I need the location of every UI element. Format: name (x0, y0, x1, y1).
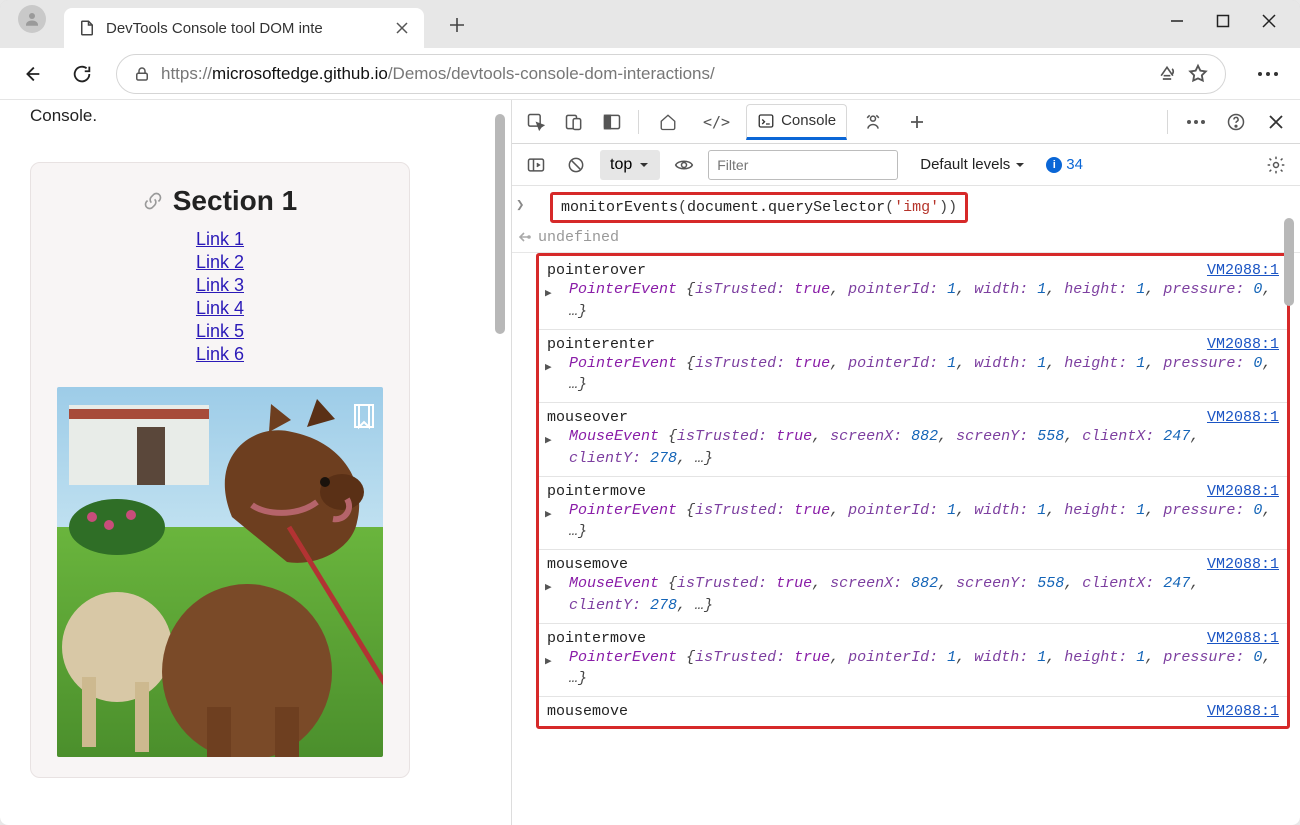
devtools-more-icon[interactable] (1180, 106, 1212, 138)
console-toolbar: top Default levels i 34 (512, 144, 1300, 186)
return-value-row: undefined (512, 223, 1300, 253)
close-window-button[interactable] (1246, 4, 1292, 38)
devtools-close-icon[interactable] (1260, 106, 1292, 138)
console-log-entry[interactable]: pointermoveVM2088:1▶PointerEvent {isTrus… (539, 476, 1287, 550)
expand-icon[interactable]: ▶ (545, 580, 552, 594)
section-link[interactable]: Link 2 (49, 252, 391, 273)
source-link[interactable]: VM2088:1 (1207, 262, 1279, 279)
url-text: https://microsoftedge.github.io/Demos/de… (161, 64, 1147, 84)
section-link[interactable]: Link 3 (49, 275, 391, 296)
minimize-button[interactable] (1154, 4, 1200, 38)
console-scrollbar[interactable] (1282, 190, 1296, 821)
help-icon[interactable] (1220, 106, 1252, 138)
maximize-button[interactable] (1200, 4, 1246, 38)
tab-title: DevTools Console tool DOM inte (106, 20, 323, 37)
page-icon (78, 19, 96, 37)
expand-icon[interactable]: ▶ (545, 507, 552, 521)
content-area: Console. Section 1 Link 1Link 2Link 3Lin… (0, 100, 1300, 825)
back-button[interactable] (16, 58, 48, 90)
section-link[interactable]: Link 4 (49, 298, 391, 319)
device-emulation-icon[interactable] (558, 106, 590, 138)
source-link[interactable]: VM2088:1 (1207, 630, 1279, 647)
elements-tab[interactable]: </> (693, 104, 740, 140)
return-icon (518, 230, 532, 244)
source-link[interactable]: VM2088:1 (1207, 556, 1279, 573)
demo-image[interactable] (57, 387, 383, 757)
tab-close-icon[interactable] (394, 20, 410, 36)
live-expression-icon[interactable] (668, 149, 700, 181)
source-link[interactable]: VM2088:1 (1207, 483, 1279, 500)
console-command-highlight: monitorEvents(document.querySelector('im… (550, 192, 968, 223)
console-tab[interactable]: Console (746, 104, 847, 140)
source-link[interactable]: VM2088:1 (1207, 336, 1279, 353)
window-controls (1154, 0, 1300, 38)
expand-icon[interactable]: ▶ (545, 360, 552, 374)
console-log-entry[interactable]: mouseoverVM2088:1▶MouseEvent {isTrusted:… (539, 402, 1287, 476)
prompt-icon: ❯ (516, 197, 524, 214)
section-link[interactable]: Link 1 (49, 229, 391, 250)
filter-input[interactable] (708, 150, 898, 180)
lock-icon (133, 65, 151, 83)
source-link[interactable]: VM2088:1 (1207, 703, 1279, 720)
browser-toolbar: https://microsoftedge.github.io/Demos/de… (0, 48, 1300, 100)
clear-console-icon[interactable] (560, 149, 592, 181)
sources-tab[interactable] (853, 104, 893, 140)
browser-window: DevTools Console tool DOM inte https: (0, 0, 1300, 825)
console-log-entry[interactable]: pointermoveVM2088:1▶PointerEvent {isTrus… (539, 623, 1287, 697)
read-aloud-icon[interactable] (1157, 64, 1177, 84)
page-scrollbar[interactable] (493, 104, 507, 821)
console-logs-highlight: pointeroverVM2088:1▶PointerEvent {isTrus… (536, 253, 1290, 729)
refresh-button[interactable] (66, 58, 98, 90)
webpage-panel: Console. Section 1 Link 1Link 2Link 3Lin… (0, 100, 512, 825)
section-link[interactable]: Link 6 (49, 344, 391, 365)
console-log-entry[interactable]: pointerenterVM2088:1▶PointerEvent {isTru… (539, 329, 1287, 403)
address-bar[interactable]: https://microsoftedge.github.io/Demos/de… (116, 54, 1226, 94)
profile-avatar[interactable] (18, 5, 46, 33)
section-title: Section 1 (49, 185, 391, 217)
section-card: Section 1 Link 1Link 2Link 3Link 4Link 5… (30, 162, 410, 778)
favorite-icon[interactable] (1187, 63, 1209, 85)
console-log-entry[interactable]: pointeroverVM2088:1▶PointerEvent {isTrus… (539, 256, 1287, 329)
console-settings-icon[interactable] (1260, 149, 1292, 181)
console-body: ❯ monitorEvents(document.querySelector('… (512, 186, 1300, 825)
titlebar: DevTools Console tool DOM inte (0, 0, 1300, 48)
new-tab-button[interactable] (440, 8, 474, 42)
browser-tab[interactable]: DevTools Console tool DOM inte (64, 8, 424, 48)
inspect-element-icon[interactable] (520, 106, 552, 138)
settings-menu-button[interactable] (1252, 58, 1284, 90)
console-command-text: monitorEvents(document.querySelector('im… (561, 199, 957, 216)
expand-icon[interactable]: ▶ (545, 433, 552, 447)
expand-icon[interactable]: ▶ (545, 286, 552, 300)
toggle-sidebar-icon[interactable] (520, 149, 552, 181)
console-log-entry[interactable]: mousemoveVM2088:1▶MouseEvent {isTrusted:… (539, 549, 1287, 623)
console-log-entry[interactable]: mousemoveVM2088:1 (539, 696, 1287, 726)
intro-text: Console. (30, 106, 481, 126)
dock-side-icon[interactable] (596, 106, 628, 138)
more-tabs-button[interactable] (899, 104, 935, 140)
anchor-icon[interactable] (143, 191, 163, 211)
devtools-panel: </> Console top (512, 100, 1300, 825)
expand-icon[interactable]: ▶ (545, 654, 552, 668)
welcome-tab[interactable] (649, 104, 687, 140)
section-link[interactable]: Link 5 (49, 321, 391, 342)
log-levels-selector[interactable]: Default levels (920, 156, 1026, 173)
source-link[interactable]: VM2088:1 (1207, 409, 1279, 426)
console-input-row: ❯ monitorEvents(document.querySelector('… (512, 186, 1300, 223)
message-count-badge[interactable]: i 34 (1046, 156, 1083, 173)
context-selector[interactable]: top (600, 150, 660, 180)
devtools-tabbar: </> Console (512, 100, 1300, 144)
links-list: Link 1Link 2Link 3Link 4Link 5Link 6 (49, 229, 391, 365)
